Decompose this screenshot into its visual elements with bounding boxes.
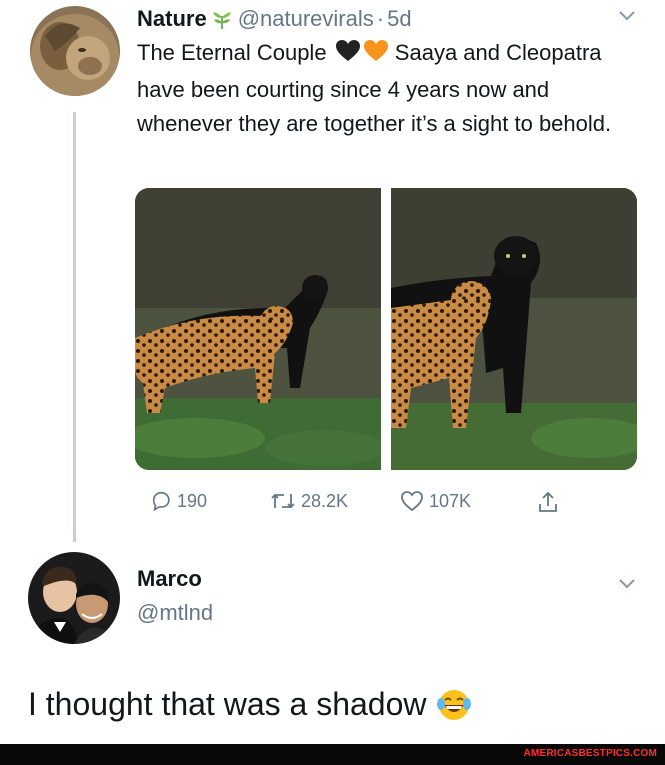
tweet-header: Nature @naturevirals · 5d bbox=[137, 3, 412, 35]
marco-avatar[interactable] bbox=[28, 552, 120, 644]
orange-heart-icon bbox=[363, 39, 389, 73]
separator-dot: · bbox=[376, 6, 385, 31]
reply-count: 190 bbox=[177, 490, 208, 511]
author-handle[interactable]: @naturevirals bbox=[238, 6, 374, 32]
herb-emoji-icon bbox=[211, 8, 233, 30]
tweet-actions: 190 28.2K 107K bbox=[0, 490, 665, 520]
reply-button[interactable]: 190 bbox=[150, 490, 207, 512]
reply-user-name[interactable]: Marco bbox=[137, 566, 202, 592]
chevron-down-icon[interactable] bbox=[617, 577, 637, 591]
reply-icon bbox=[152, 491, 170, 512]
retweet-button[interactable]: 28.2K bbox=[270, 490, 348, 512]
tweet-time[interactable]: 5d bbox=[387, 6, 411, 32]
tweet-text-start: The Eternal Couple bbox=[137, 40, 327, 65]
watermark-bar: AMERICASBESTPICS.COM bbox=[0, 744, 665, 765]
black-heart-icon bbox=[335, 39, 361, 73]
retweet-icon bbox=[271, 493, 295, 509]
share-button[interactable] bbox=[537, 490, 559, 514]
reply-text-content: I thought that was a shadow bbox=[28, 686, 427, 722]
heart-outline-icon bbox=[401, 491, 423, 512]
like-count: 107K bbox=[429, 490, 472, 511]
watermark-text[interactable]: AMERICASBESTPICS.COM bbox=[524, 748, 657, 759]
tweet-photo-2[interactable] bbox=[391, 188, 637, 470]
tweet-text: The Eternal Couple Saaya and Cleopatra h… bbox=[137, 36, 627, 141]
laughing-tears-icon bbox=[436, 688, 472, 722]
author-name[interactable]: Nature bbox=[137, 6, 207, 32]
share-icon bbox=[539, 491, 557, 512]
retweet-count: 28.2K bbox=[301, 490, 349, 511]
nature-avatar[interactable] bbox=[30, 6, 120, 96]
like-button[interactable]: 107K bbox=[400, 490, 471, 512]
tweet-photo-1[interactable] bbox=[135, 188, 381, 470]
reply-user-handle[interactable]: @mtlnd bbox=[137, 600, 213, 626]
reply-text: I thought that was a shadow bbox=[28, 686, 472, 723]
thread-line bbox=[73, 112, 76, 542]
chevron-down-icon[interactable] bbox=[617, 9, 637, 23]
